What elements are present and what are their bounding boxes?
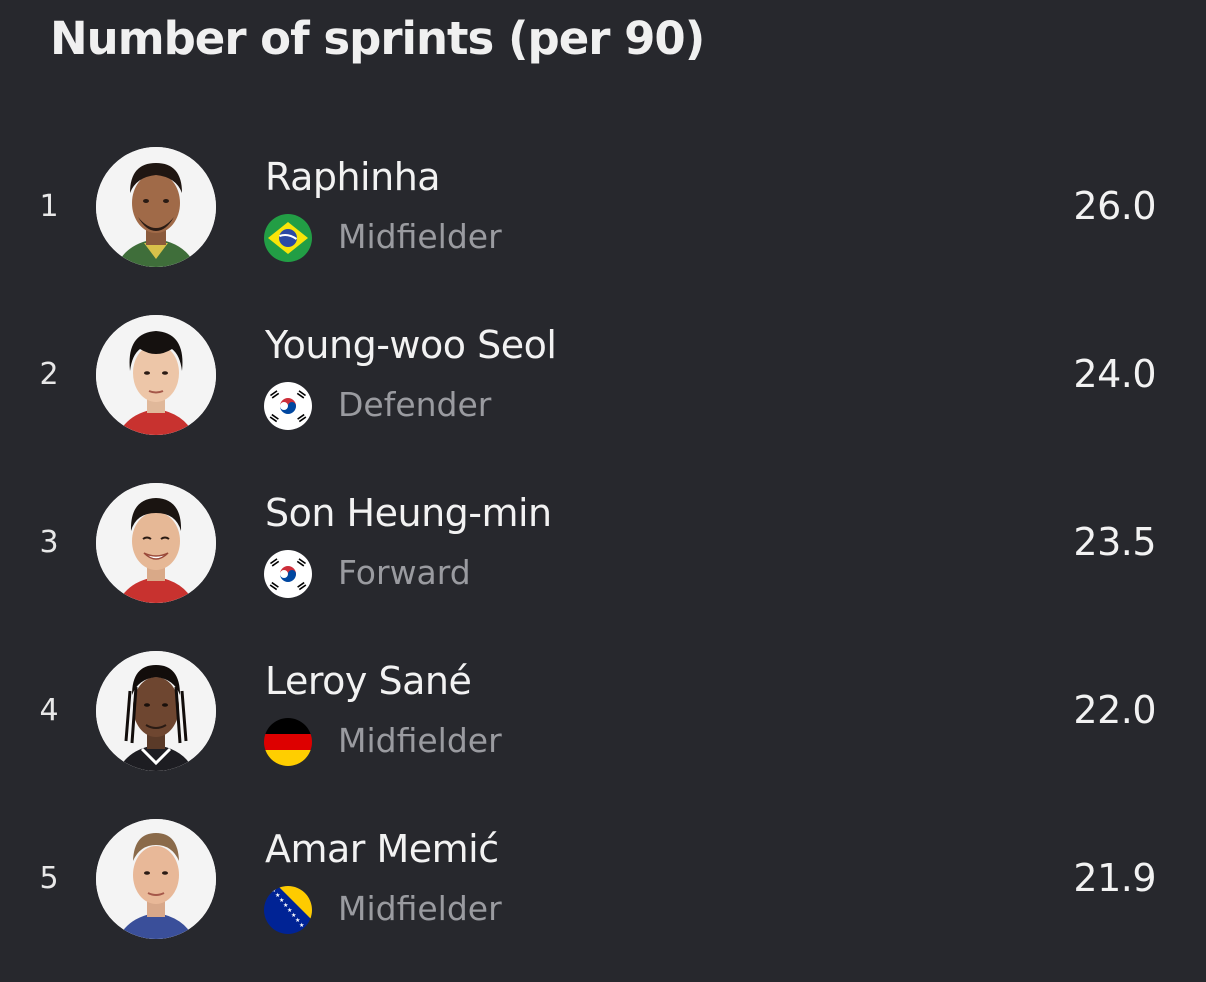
player-name: Amar Memić xyxy=(265,827,499,871)
svg-text:★: ★ xyxy=(303,927,308,934)
player-avatar xyxy=(96,483,216,603)
player-name: Young-woo Seol xyxy=(265,323,557,367)
page-title: Number of sprints (per 90) xyxy=(50,12,705,65)
player-position: Defender xyxy=(338,385,492,424)
player-position: Midfielder xyxy=(338,889,502,928)
bosnia-flag-icon: ★ ★ ★ ★ ★ ★ ★ ★ ★ xyxy=(264,886,312,934)
rank-number: 4 xyxy=(39,693,59,728)
player-position: Forward xyxy=(338,553,471,592)
player-name: Son Heung-min xyxy=(265,491,552,535)
player-avatar xyxy=(96,819,216,939)
rank-number: 2 xyxy=(39,357,59,392)
south-korea-flag-icon xyxy=(264,382,312,430)
player-avatar xyxy=(96,315,216,435)
list-item[interactable]: 4 Leroy Sané Midfielder 22.0 xyxy=(0,651,1206,819)
rank-number: 3 xyxy=(39,525,59,560)
player-avatar xyxy=(96,651,216,771)
stat-value: 26.0 xyxy=(1073,184,1156,228)
stat-value: 24.0 xyxy=(1073,352,1156,396)
germany-flag-icon xyxy=(264,718,312,766)
list-item[interactable]: 2 Young-woo Seol Defender 24.0 xyxy=(0,315,1206,483)
stat-value: 23.5 xyxy=(1073,520,1156,564)
south-korea-flag-icon xyxy=(264,550,312,598)
stat-value: 22.0 xyxy=(1073,688,1156,732)
rank-number: 5 xyxy=(39,861,59,896)
player-name: Raphinha xyxy=(265,155,441,199)
rank-number: 1 xyxy=(39,189,59,224)
stat-value: 21.9 xyxy=(1073,856,1156,900)
list-item[interactable]: 1 Raphinha Midfielder 26.0 xyxy=(0,147,1206,315)
player-avatar xyxy=(96,147,216,267)
player-name: Leroy Sané xyxy=(265,659,472,703)
player-position: Midfielder xyxy=(338,721,502,760)
list-item[interactable]: 3 Son Heung-min Forward 23.5 xyxy=(0,483,1206,651)
brazil-flag-icon xyxy=(264,214,312,262)
list-item[interactable]: 5 Amar Memić ★ ★ ★ ★ ★ ★ ★ ★ ★ Midfielde… xyxy=(0,819,1206,982)
player-position: Midfielder xyxy=(338,217,502,256)
